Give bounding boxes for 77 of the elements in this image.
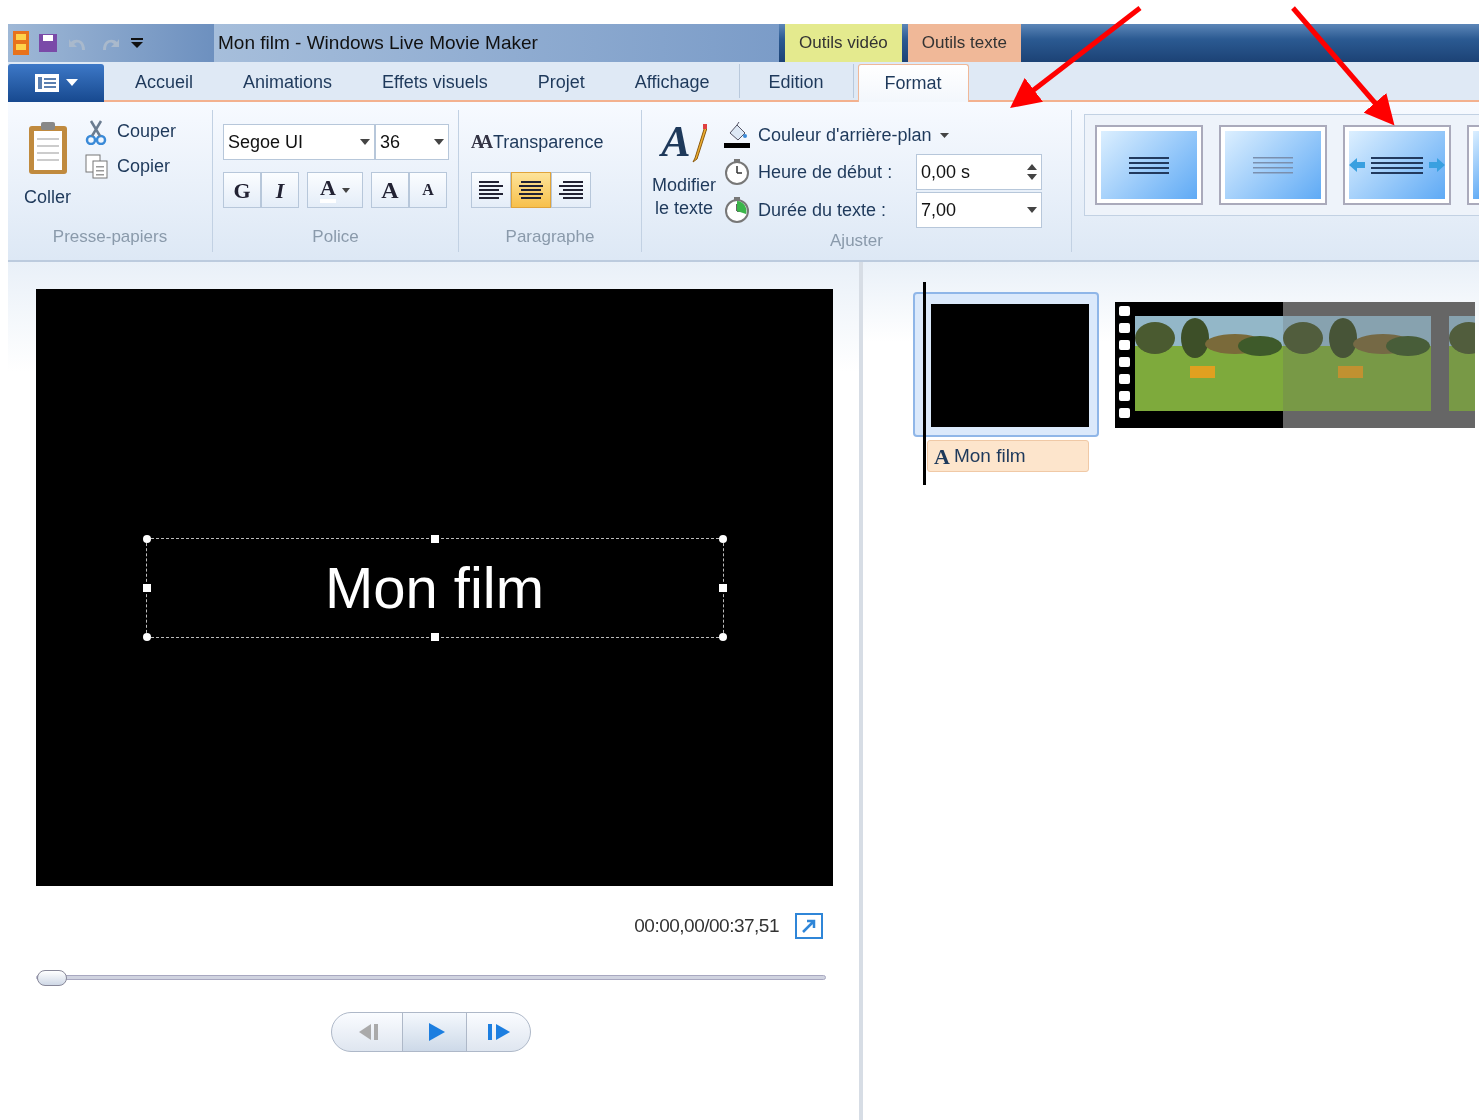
copy-icon bbox=[85, 153, 109, 180]
time-display: 00:00,00/00:37,51 bbox=[634, 914, 779, 938]
ribbon-tab[interactable]: Format bbox=[857, 64, 969, 102]
align-left-button[interactable] bbox=[471, 172, 511, 208]
field-label: Durée du texte : bbox=[758, 198, 887, 222]
step-forward-icon bbox=[486, 1021, 511, 1042]
italic-button[interactable]: I bbox=[261, 172, 299, 208]
ribbon-tab[interactable]: Affichage bbox=[609, 64, 735, 100]
font-size-field[interactable]: 36 bbox=[375, 124, 449, 160]
clock-icon bbox=[724, 158, 751, 186]
align-center-icon bbox=[519, 181, 543, 199]
grow-font-button[interactable]: A bbox=[371, 172, 409, 208]
resize-handle[interactable] bbox=[142, 632, 151, 641]
timer-icon bbox=[724, 196, 751, 224]
resize-handle[interactable] bbox=[142, 534, 151, 543]
fill-bucket-icon bbox=[724, 121, 751, 149]
bold-button[interactable]: G bbox=[223, 172, 261, 208]
text-overlay[interactable]: Mon film bbox=[145, 537, 724, 638]
font-family-field[interactable]: Segoe UI bbox=[223, 124, 375, 160]
overlay-title: Mon film bbox=[324, 554, 545, 622]
clipboard-icon bbox=[26, 120, 69, 176]
align-right-icon bbox=[559, 181, 583, 199]
window-title: Mon film - Windows Live Movie Maker bbox=[218, 30, 538, 55]
ribbon-tab[interactable]: Projet bbox=[512, 64, 610, 100]
resize-handle[interactable] bbox=[718, 534, 727, 543]
shrink-font-button[interactable]: A bbox=[409, 172, 447, 208]
group-label: Police bbox=[311, 226, 360, 248]
align-center-button[interactable] bbox=[511, 172, 551, 208]
edit-text-button[interactable]: A Modifier le texte bbox=[652, 120, 717, 228]
paste-button[interactable]: Coller bbox=[24, 120, 71, 220]
dropdown-icon bbox=[939, 132, 949, 138]
transparency-button[interactable]: AA Transparence bbox=[471, 124, 633, 160]
align-left-icon bbox=[479, 181, 503, 199]
play-button[interactable] bbox=[402, 1012, 466, 1051]
context-tab-label: Outils texte bbox=[907, 24, 1021, 62]
start-time-field[interactable]: 0,00 s bbox=[916, 154, 1043, 190]
field-label: Heure de début : bbox=[758, 160, 893, 184]
dropdown-icon bbox=[434, 139, 444, 145]
dropdown-icon bbox=[341, 187, 350, 193]
customize-icon[interactable] bbox=[130, 36, 144, 50]
resize-handle[interactable] bbox=[430, 632, 439, 641]
fullscreen-icon[interactable] bbox=[795, 913, 823, 940]
group-label: Paragraphe bbox=[504, 226, 596, 248]
scissors-icon bbox=[85, 118, 109, 145]
resize-handle[interactable] bbox=[718, 583, 727, 592]
seek-thumb[interactable] bbox=[37, 969, 67, 986]
arrows-lines-icon bbox=[1349, 156, 1445, 174]
ribbon-tab[interactable]: Accueil bbox=[110, 64, 219, 100]
text-effect-option[interactable] bbox=[1095, 125, 1203, 205]
title-clip[interactable] bbox=[913, 292, 1099, 437]
cut-button[interactable]: Couper bbox=[85, 118, 177, 145]
group-label: Presse-papiers bbox=[51, 226, 169, 248]
resize-handle[interactable] bbox=[430, 534, 439, 543]
dropdown-icon bbox=[1027, 207, 1038, 213]
pencil-icon bbox=[690, 124, 707, 164]
duration-field[interactable]: 7,00 bbox=[916, 192, 1043, 228]
group-label: Ajuster bbox=[829, 230, 884, 252]
ribbon-tab[interactable]: Animations bbox=[218, 64, 358, 100]
lines-icon bbox=[1129, 156, 1169, 174]
lines-icon bbox=[1253, 156, 1293, 174]
align-right-button[interactable] bbox=[551, 172, 591, 208]
context-tab-label: Outils vidéo bbox=[785, 24, 902, 62]
ribbon-tab[interactable]: Edition bbox=[743, 64, 849, 100]
resize-handle[interactable] bbox=[142, 583, 151, 592]
font-color-button[interactable]: A bbox=[307, 172, 363, 208]
caption-label[interactable]: A Mon film bbox=[927, 440, 1089, 472]
caret-icon bbox=[66, 79, 78, 87]
app-menu-button[interactable] bbox=[8, 64, 104, 102]
copy-button[interactable]: Copier bbox=[85, 153, 177, 180]
ribbon-tab[interactable]: Effets visuels bbox=[357, 64, 513, 100]
menu-icon bbox=[34, 73, 60, 93]
resize-handle[interactable] bbox=[718, 632, 727, 641]
dropdown-icon bbox=[360, 139, 370, 145]
save-icon[interactable] bbox=[38, 33, 58, 53]
text-effect-option[interactable] bbox=[1343, 125, 1451, 205]
spin-icon bbox=[1027, 164, 1038, 180]
background-color-button[interactable]: Couleur d'arrière-plan bbox=[724, 118, 1043, 152]
